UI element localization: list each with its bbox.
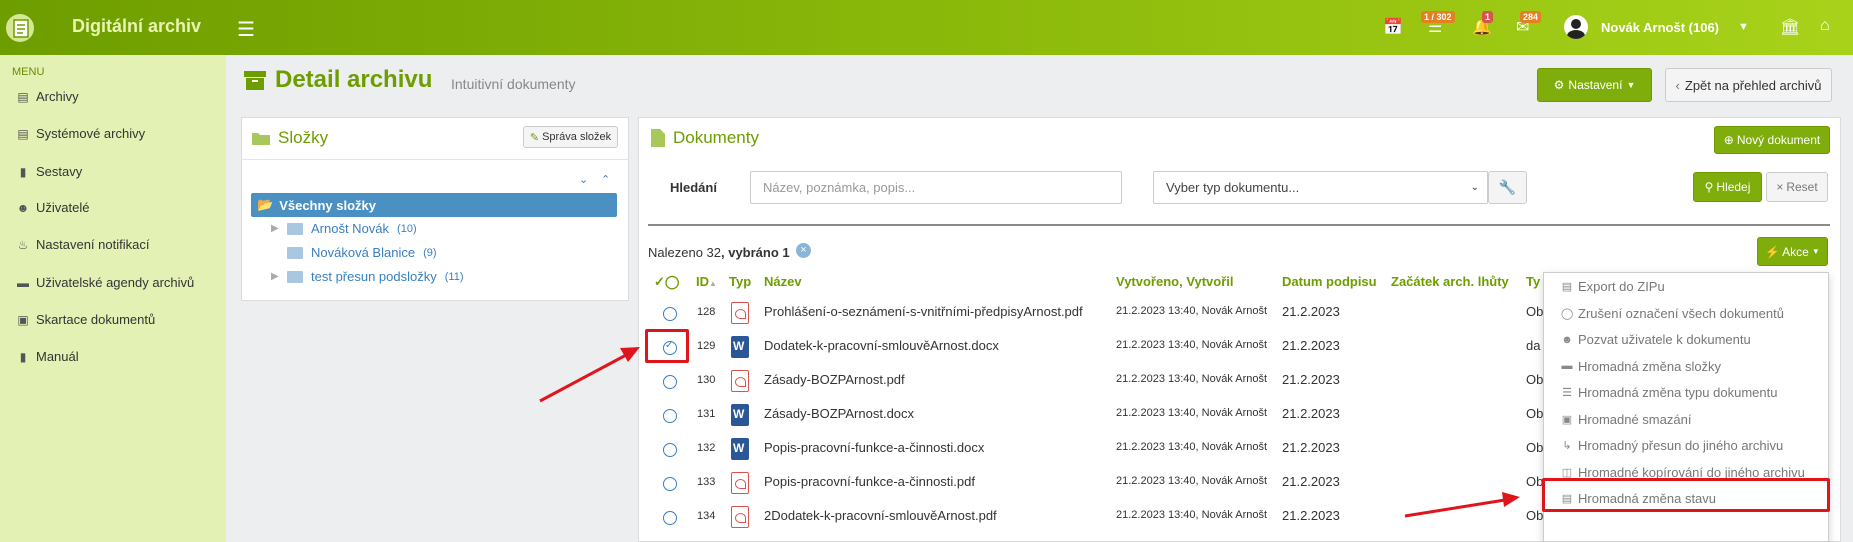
arrow-head-icon xyxy=(1502,492,1520,507)
annotation-arrows xyxy=(539,347,1520,518)
arrow-line xyxy=(1404,498,1506,518)
arrow-line xyxy=(539,352,629,403)
arrow-head-icon xyxy=(620,347,640,362)
